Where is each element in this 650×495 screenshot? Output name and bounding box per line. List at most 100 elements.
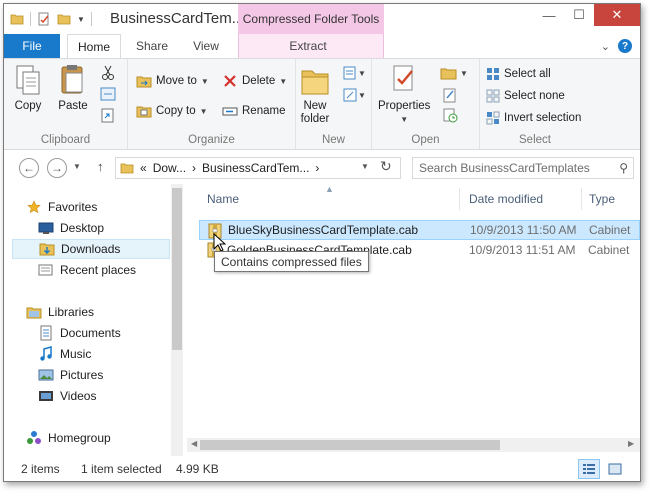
move-to-button[interactable]: Move to ▼: [136, 73, 209, 89]
column-divider[interactable]: [459, 188, 460, 210]
scroll-right-icon[interactable]: ▶: [628, 439, 634, 448]
chevron-down-icon: ▼: [199, 106, 208, 116]
nav-pictures-label: Pictures: [60, 368, 104, 382]
help-icon[interactable]: ?: [618, 39, 632, 53]
breadcrumb-current[interactable]: BusinessCardTem...: [202, 161, 309, 175]
nav-documents[interactable]: Documents: [38, 323, 121, 343]
back-button[interactable]: ←: [19, 158, 39, 178]
forward-button[interactable]: →: [47, 158, 67, 178]
table-row[interactable]: BlueSkyBusinessCardTemplate.cab 10/9/201…: [199, 220, 640, 240]
rename-button[interactable]: Rename: [222, 103, 285, 119]
tab-home[interactable]: Home: [67, 34, 121, 59]
pictures-icon: [38, 367, 54, 383]
address-bar[interactable]: « Dow... › BusinessCardTem... ›: [115, 157, 401, 179]
column-name[interactable]: Name: [207, 192, 239, 206]
copy-button[interactable]: Copy: [14, 63, 42, 113]
mouse-pointer-icon: [213, 233, 227, 252]
nav-videos[interactable]: Videos: [38, 386, 96, 406]
refresh-icon[interactable]: ↻: [380, 158, 392, 175]
nav-pictures[interactable]: Pictures: [38, 365, 103, 385]
new-folder-button[interactable]: New folder: [300, 63, 330, 126]
nav-downloads-label: Downloads: [61, 242, 121, 256]
history-icon[interactable]: [442, 107, 458, 123]
new-folder-icon[interactable]: [57, 12, 71, 26]
close-button[interactable]: ✕: [594, 4, 640, 26]
up-button[interactable]: ↑: [97, 159, 104, 174]
nav-recent-label: Recent places: [60, 263, 137, 277]
expand-ribbon-icon[interactable]: ⌄: [601, 40, 610, 53]
nav-videos-label: Videos: [60, 389, 97, 403]
cut-icon[interactable]: [100, 65, 116, 81]
chevron-down-icon[interactable]: ▼: [358, 91, 366, 100]
delete-button[interactable]: Delete ▼: [222, 73, 287, 89]
copy-path-icon[interactable]: [100, 87, 116, 101]
nav-downloads[interactable]: Downloads: [12, 239, 170, 259]
select-all-button[interactable]: Select all: [486, 67, 551, 81]
open-with-icon[interactable]: [440, 65, 458, 81]
recent-places-icon: [38, 262, 54, 278]
invert-selection-button[interactable]: Invert selection: [486, 111, 581, 125]
tooltip: Contains compressed files: [214, 251, 369, 272]
edit-icon[interactable]: [442, 87, 458, 103]
ribbon: Copy Paste Clipboard Move to▼ Copy to▼: [4, 58, 640, 150]
customize-qat-icon[interactable]: ▼: [77, 15, 85, 24]
chevron-down-icon[interactable]: ▼: [358, 69, 366, 78]
horizontal-scrollbar-thumb[interactable]: [200, 440, 500, 450]
recent-locations-icon[interactable]: ▼: [73, 162, 81, 171]
properties-label: Properties: [378, 100, 431, 112]
nav-homegroup-label: Homegroup: [48, 431, 111, 445]
nav-favorites[interactable]: Favorites: [26, 197, 97, 217]
paste-button[interactable]: Paste: [58, 63, 88, 113]
scroll-left-icon[interactable]: ◀: [191, 439, 197, 448]
videos-icon: [38, 388, 54, 404]
file-date: 10/9/2013 11:50 AM: [470, 223, 577, 237]
arrow-right-icon: →: [51, 161, 63, 175]
nav-desktop[interactable]: Desktop: [38, 218, 104, 238]
tab-file[interactable]: File: [4, 34, 60, 58]
tab-extract[interactable]: Extract: [276, 34, 340, 58]
minimize-button[interactable]: —: [534, 4, 564, 26]
libraries-icon: [26, 304, 42, 320]
breadcrumb-separator-icon[interactable]: ›: [315, 161, 319, 175]
select-none-button[interactable]: Select none: [486, 89, 565, 103]
paste-icon: [61, 65, 83, 94]
details-view-button[interactable]: [578, 459, 600, 479]
select-group: Select all Select none Invert selection …: [480, 59, 590, 149]
navigation-scrollbar-thumb[interactable]: [172, 188, 182, 350]
column-date-modified[interactable]: Date modified: [469, 192, 543, 206]
tab-view[interactable]: View: [182, 34, 230, 58]
nav-music[interactable]: Music: [38, 344, 91, 364]
open-group: Properties ▼ ▼ Open: [372, 59, 480, 149]
search-input[interactable]: Search BusinessCardTemplates ⚲: [412, 157, 634, 179]
nav-libraries[interactable]: Libraries: [26, 302, 94, 322]
maximize-button[interactable]: ☐: [564, 4, 594, 26]
breadcrumb-separator-icon[interactable]: ›: [192, 161, 196, 175]
chevron-down-icon[interactable]: ▼: [460, 69, 468, 78]
folder-icon[interactable]: [10, 12, 24, 26]
properties-button[interactable]: Properties ▼: [378, 63, 430, 126]
paste-shortcut-icon[interactable]: [100, 107, 116, 123]
address-row: ← → ▼ ↑ « Dow... › BusinessCardTem... › …: [4, 150, 640, 184]
documents-icon: [38, 325, 54, 341]
search-icon[interactable]: ⚲: [619, 161, 628, 175]
breadcrumb-downloads[interactable]: Dow...: [153, 161, 186, 175]
nav-homegroup[interactable]: Homegroup: [26, 428, 111, 448]
column-divider[interactable]: [581, 188, 582, 210]
copy-to-button[interactable]: Copy to ▼: [136, 103, 208, 119]
breadcrumb-overflow[interactable]: «: [140, 161, 147, 175]
move-to-label: Move to: [156, 75, 197, 87]
explorer-window: ▼ BusinessCardTem... Compressed Folder T…: [3, 3, 641, 482]
select-none-icon: [486, 89, 500, 103]
column-type[interactable]: Type: [589, 192, 615, 206]
file-list: ▲ Name Date modified Type BlueSkyBusines…: [187, 184, 640, 456]
address-history-icon[interactable]: ▼: [361, 162, 369, 171]
large-icons-view-icon: [608, 463, 622, 475]
organize-group-label: Organize: [188, 134, 235, 146]
details-view-icon: [583, 464, 595, 474]
nav-recent-places[interactable]: Recent places: [38, 260, 136, 280]
large-icons-view-button[interactable]: [604, 459, 626, 479]
properties-icon[interactable]: [37, 12, 51, 26]
nav-libraries-label: Libraries: [48, 305, 95, 319]
tab-share[interactable]: Share: [128, 34, 176, 58]
file-type: Cabinet: [588, 243, 630, 257]
